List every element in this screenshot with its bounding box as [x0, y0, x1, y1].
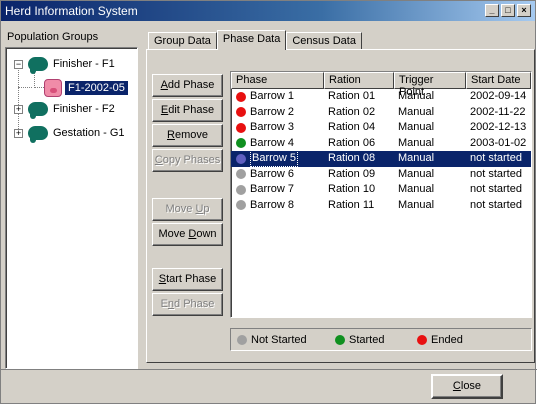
table-row[interactable]: Barrow 6 Ration 09 Manual not started [231, 167, 531, 183]
population-groups-label: Population Groups [7, 31, 99, 43]
table-row[interactable]: Barrow 4 Ration 06 Manual 2003-01-02 [231, 136, 531, 152]
maximize-button[interactable]: □ [501, 4, 515, 17]
cell-trigger: Manual [398, 167, 435, 180]
close-window-button[interactable]: × [517, 4, 531, 17]
cell-trigger: Manual [398, 90, 435, 102]
expand-icon[interactable]: + [14, 104, 23, 114]
table-row[interactable]: Barrow 3 Ration 04 Manual 2002-12-13 [231, 120, 531, 136]
cell-phase: Barrow 1 [231, 89, 324, 105]
copy-phases-button[interactable]: Copy Phases [152, 149, 223, 172]
table-row[interactable]: Barrow 5 Ration 08 Manual not started [231, 151, 531, 167]
cell-ration: Ration 01 [328, 90, 376, 102]
status-legend: Not Started Started Ended [230, 328, 532, 351]
legend-started: Started [335, 334, 384, 346]
window-title: Herd Information System [5, 4, 138, 18]
status-dot-icon [236, 200, 246, 211]
phase-list[interactable]: Phase Ration Trigger Point Start Date Ba… [230, 71, 532, 318]
tree-node-gestation-g1[interactable]: + Gestation - G1 [14, 123, 125, 143]
move-down-button[interactable]: Move Down [152, 223, 223, 246]
cell-phase: Barrow 4 [231, 136, 324, 152]
cell-trigger: Manual [398, 136, 435, 149]
column-header-start-date[interactable]: Start Date [466, 72, 531, 89]
cell-phase: Barrow 6 [231, 167, 324, 183]
tree-node-label: Finisher - F1 [53, 58, 115, 70]
start-phase-button[interactable]: Start Phase [152, 268, 223, 291]
tree-node-f1-2002-05[interactable]: F1-2002-05 [44, 78, 128, 98]
cell-start-date: not started [470, 167, 522, 180]
population-tree[interactable]: − Finisher - F1 F1-2002-05 + Finisher - … [5, 47, 138, 369]
cell-start-date: 2003-01-02 [470, 136, 527, 149]
status-dot-icon [236, 138, 246, 149]
cell-phase: Barrow 2 [231, 105, 324, 121]
legend-not-started: Not Started [237, 334, 307, 346]
ended-dot-icon [417, 334, 427, 345]
not-started-dot-icon [237, 334, 247, 345]
cell-phase: Barrow 8 [231, 198, 324, 214]
close-button[interactable]: Close [431, 374, 503, 399]
column-header-phase[interactable]: Phase [231, 72, 324, 89]
list-header: Phase Ration Trigger Point Start Date [231, 72, 531, 98]
tree-node-finisher-f1[interactable]: − Finisher - F1 [14, 54, 115, 74]
column-header-ration[interactable]: Ration [324, 72, 394, 89]
status-dot-icon [236, 122, 246, 133]
table-row[interactable]: Barrow 7 Ration 10 Manual not started [231, 182, 531, 198]
column-header-trigger-point[interactable]: Trigger Point [394, 72, 466, 98]
title-bar: Herd Information System _ □ × [1, 1, 535, 21]
tab-phase-data[interactable]: Phase Data [216, 30, 287, 50]
tab-strip: Group Data Phase Data Census Data [148, 30, 362, 50]
edit-phase-button[interactable]: Edit Phase [152, 99, 223, 122]
cell-phase: Barrow 3 [231, 120, 324, 136]
cell-start-date: not started [470, 198, 522, 211]
cell-ration: Ration 10 [328, 183, 376, 195]
group-icon [28, 57, 48, 74]
table-row[interactable]: Barrow 1 Ration 01 Manual 2002-09-14 [231, 89, 531, 105]
table-row[interactable]: Barrow 2 Ration 02 Manual 2002-11-22 [231, 105, 531, 121]
status-dot-icon [236, 153, 246, 164]
cell-start-date: not started [470, 152, 522, 164]
cell-trigger: Manual [398, 152, 435, 164]
cell-ration: Ration 06 [328, 136, 376, 149]
status-dot-icon [236, 107, 246, 118]
group-icon [28, 102, 48, 119]
cell-start-date: 2002-12-13 [470, 121, 527, 133]
end-phase-button[interactable]: End Phase [152, 293, 223, 316]
collapse-icon[interactable]: − [14, 59, 23, 69]
cell-ration: Ration 11 [328, 198, 375, 211]
cell-trigger: Manual [398, 121, 435, 133]
phase-rows: Barrow 1 Ration 01 Manual 2002-09-14 Barrow … [231, 89, 531, 213]
cell-ration: Ration 04 [328, 121, 376, 133]
cell-phase: Barrow 7 [231, 182, 324, 198]
cell-ration: Ration 08 [328, 152, 376, 164]
table-row[interactable]: Barrow 8 Ration 11 Manual not started [231, 198, 531, 214]
tree-node-finisher-f2[interactable]: + Finisher - F2 [14, 99, 115, 119]
cell-start-date: 2002-11-22 [470, 105, 526, 118]
cell-ration: Ration 02 [328, 105, 376, 118]
remove-phase-button[interactable]: Remove Phase [152, 124, 223, 162]
expand-icon[interactable]: + [14, 128, 23, 138]
tree-node-label: F1-2002-05 [65, 81, 128, 95]
move-up-button[interactable]: Move Up [152, 198, 223, 221]
group-icon [28, 126, 48, 143]
app-window: Herd Information System _ □ × Population… [0, 0, 537, 404]
pig-icon [44, 79, 62, 97]
cell-trigger: Manual [398, 105, 435, 118]
minimize-button[interactable]: _ [485, 4, 499, 17]
status-dot-icon [236, 91, 246, 102]
tree-node-label: Gestation - G1 [53, 127, 125, 139]
tree-node-label: Finisher - F2 [53, 103, 115, 115]
started-dot-icon [335, 334, 345, 345]
legend-ended: Ended [417, 334, 463, 346]
cell-trigger: Manual [398, 183, 435, 195]
cell-phase: Barrow 5 [231, 151, 324, 167]
add-phase-button[interactable]: Add Phase [152, 74, 223, 97]
status-dot-icon [236, 184, 246, 195]
cell-start-date: 2002-09-14 [470, 90, 527, 102]
cell-ration: Ration 09 [328, 167, 376, 180]
cell-start-date: not started [470, 183, 522, 195]
tab-census-data[interactable]: Census Data [286, 32, 362, 49]
cell-trigger: Manual [398, 198, 435, 211]
tab-group-data[interactable]: Group Data [148, 32, 217, 49]
status-dot-icon [236, 169, 246, 180]
